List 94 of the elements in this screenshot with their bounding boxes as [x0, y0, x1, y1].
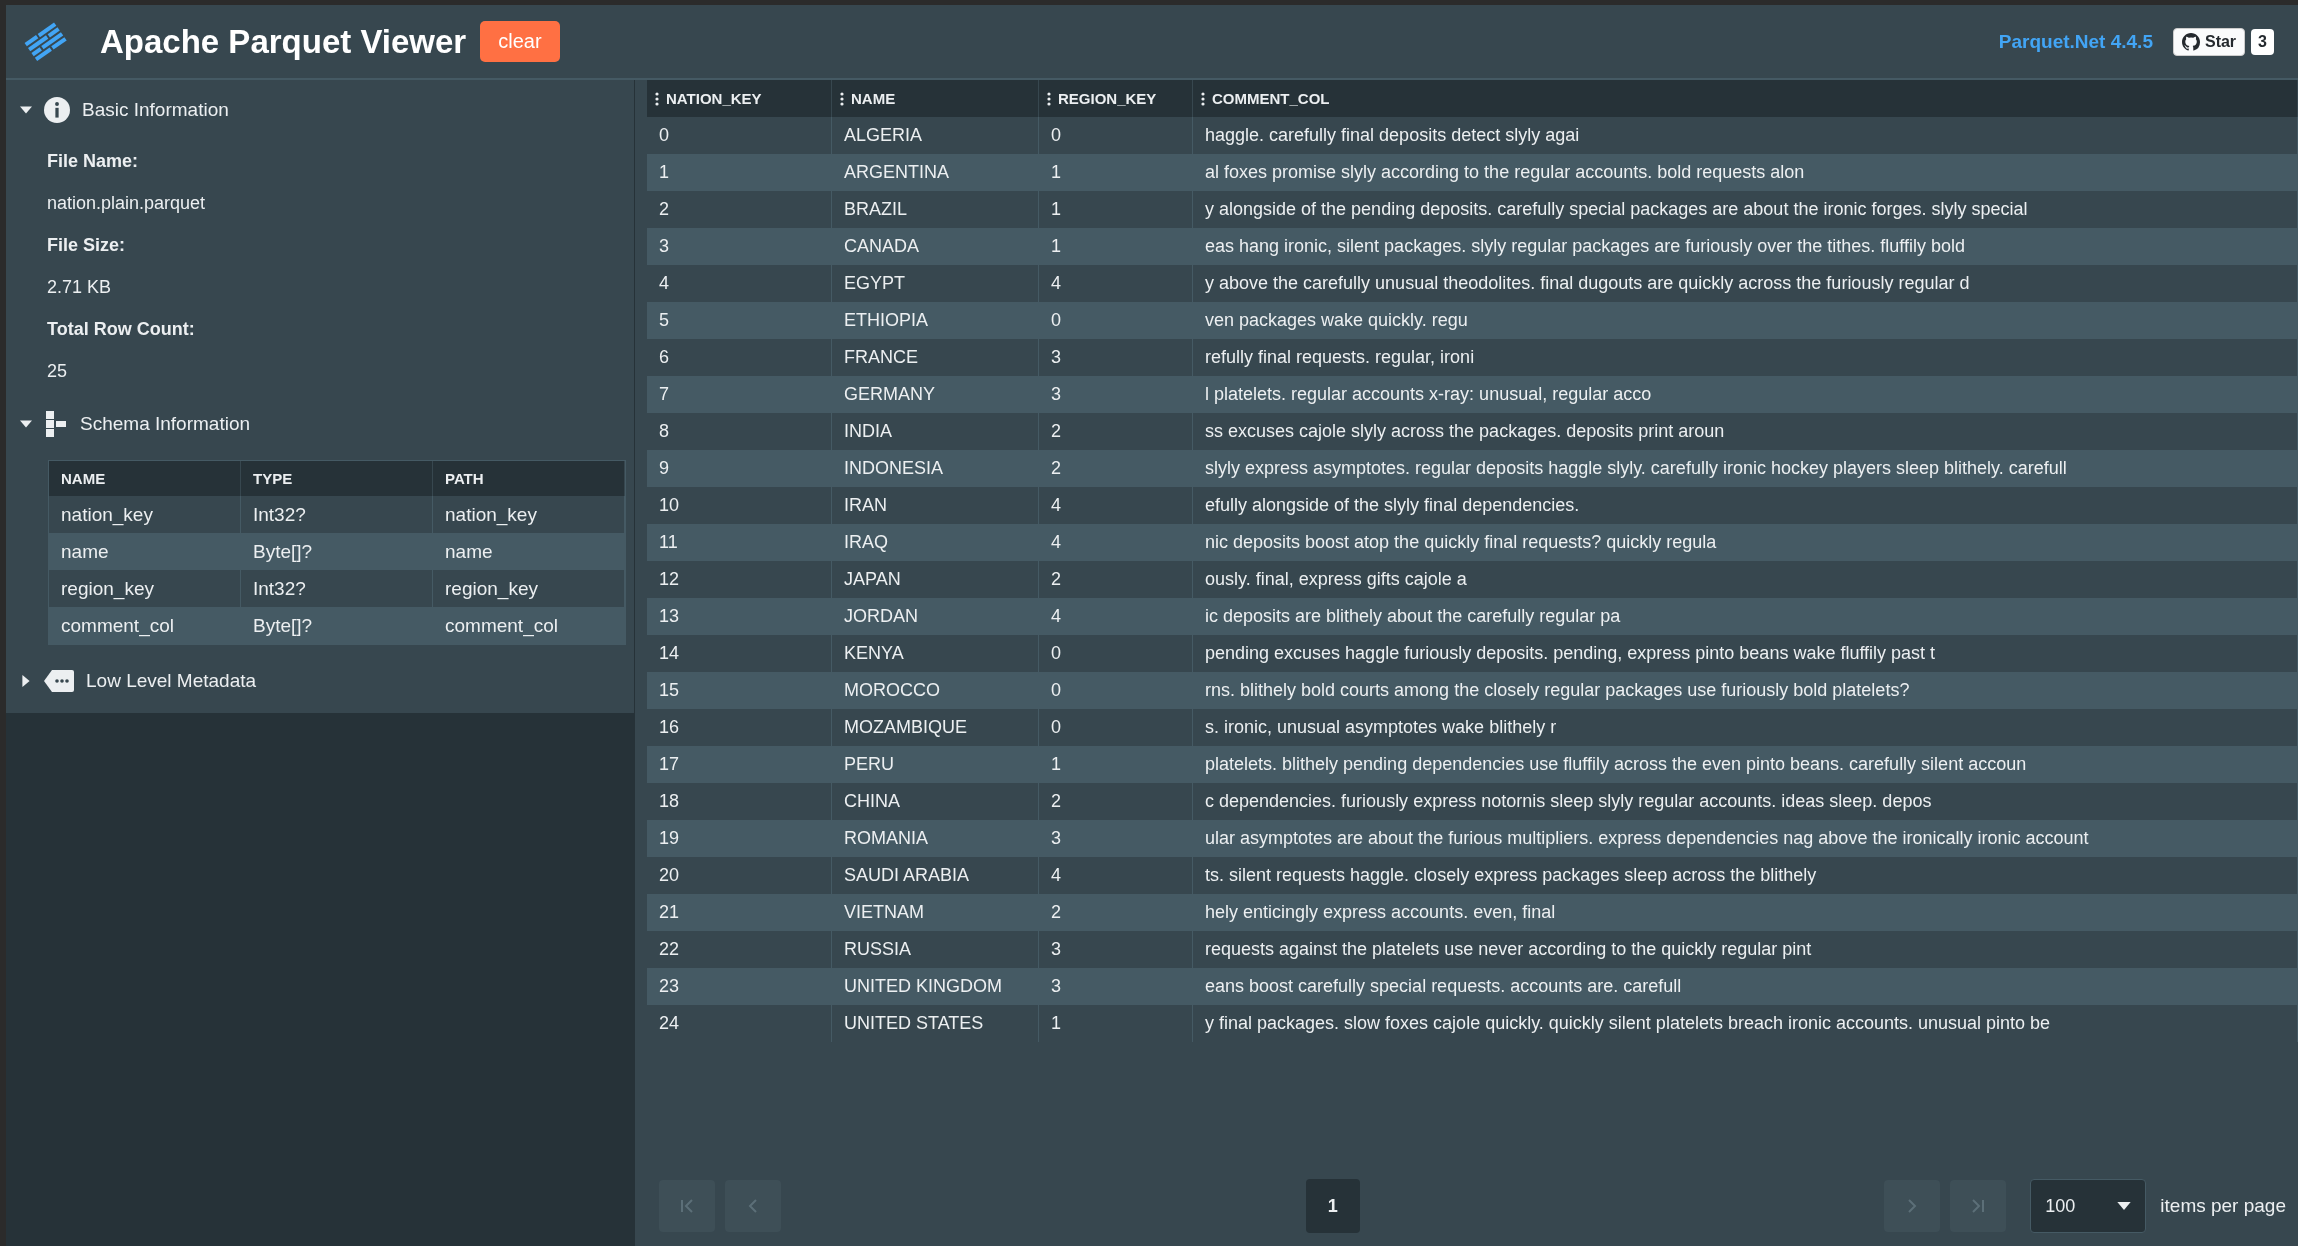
table-cell: UNITED KINGDOM — [832, 968, 1039, 1005]
table-cell: 1 — [1039, 154, 1193, 191]
column-header[interactable]: NATION_KEY — [647, 80, 832, 117]
field-label: File Name: — [47, 150, 140, 173]
table-cell: 7 — [647, 376, 832, 413]
table-cell: JORDAN — [832, 598, 1039, 635]
table-cell: 21 — [647, 894, 832, 931]
tag-icon — [44, 670, 74, 692]
section-header[interactable]: Basic Information — [6, 88, 634, 132]
table-cell: 3 — [1039, 376, 1193, 413]
caret-icon — [20, 104, 32, 116]
table-cell: 15 — [647, 672, 832, 709]
table-cell: hely enticingly express accounts. even, final — [1193, 894, 2298, 931]
column-menu-icon — [1047, 91, 1051, 106]
field-value: 25 — [47, 360, 69, 383]
page-size-select[interactable]: 100 — [2030, 1179, 2147, 1233]
table-cell: 11 — [647, 524, 832, 561]
table-cell: 19 — [647, 820, 832, 857]
app-title: Apache Parquet Viewer — [100, 22, 467, 61]
table-cell: VIETNAM — [832, 894, 1039, 931]
table-cell: platelets. blithely pending dependencies use fluffily across the even pinto beans. carefully silent accoun — [1193, 746, 2298, 783]
github-icon — [2181, 32, 2200, 51]
table-cell: 1 — [1039, 746, 1193, 783]
column-menu-icon — [1201, 91, 1205, 106]
table-cell: nic deposits boost atop the quickly final requests? quickly regula — [1193, 524, 2298, 561]
table-cell: 0 — [1039, 302, 1193, 339]
table-cell: Byte[]? — [241, 607, 433, 644]
field-label: Total Row Count: — [47, 318, 196, 341]
table-cell: al foxes promise slyly according to the regular accounts. bold requests alon — [1193, 154, 2298, 191]
table-cell: slyly express asymptotes. regular deposits haggle slyly. carefully ironic hockey players sleep blithely. carefull — [1193, 450, 2298, 487]
table-cell: 13 — [647, 598, 832, 635]
table-cell: ROMANIA — [832, 820, 1039, 857]
table-cell: 0 — [1039, 672, 1193, 709]
table-cell: 4 — [1039, 524, 1193, 561]
section-header[interactable]: Low Level Metadata — [6, 659, 634, 703]
table-cell: 3 — [1039, 820, 1193, 857]
table-cell: name — [433, 533, 625, 570]
table-cell: 17 — [647, 746, 832, 783]
page-size-label: items per page — [2160, 1195, 2286, 1217]
table-cell: l platelets. regular accounts x-ray: unusual, regular acco — [1193, 376, 2298, 413]
table-cell: Byte[]? — [241, 533, 433, 570]
caret-icon — [20, 675, 32, 687]
field-label: File Size: — [47, 234, 127, 257]
table-cell: MOROCCO — [832, 672, 1039, 709]
column-header[interactable]: NAME — [832, 80, 1039, 117]
caret-icon — [20, 418, 32, 430]
version-link[interactable]: Parquet.Net 4.4.5 — [1998, 30, 2153, 53]
table-cell: eans boost carefully special requests. accounts are. carefull — [1193, 968, 2298, 1005]
table-cell: ular asymptotes are about the furious multipliers. express dependencies nag above the ironically ironic account — [1193, 820, 2298, 857]
column-header[interactable]: COMMENT_COL — [1193, 80, 2298, 117]
table-cell: comment_col — [49, 607, 241, 644]
dropdown-caret-icon — [2117, 1202, 2132, 1210]
table-cell: ic deposits are blithely about the carefully regular pa — [1193, 598, 2298, 635]
table-cell: ETHIOPIA — [832, 302, 1039, 339]
table-cell: ven packages wake quickly. regu — [1193, 302, 2298, 339]
column-menu-icon — [655, 91, 659, 106]
column-header: TYPE — [241, 461, 433, 496]
table-cell: 9 — [647, 450, 832, 487]
column-header: PATH — [433, 461, 625, 496]
table-cell: 2 — [1039, 894, 1193, 931]
parquet-logo-icon — [24, 21, 70, 62]
table-cell: GERMANY — [832, 376, 1039, 413]
table-cell: CANADA — [832, 228, 1039, 265]
page-button[interactable]: 1 — [1305, 1179, 1360, 1233]
field-value: 2.71 KB — [47, 276, 113, 299]
splitter-handle[interactable] — [634, 80, 647, 1246]
chevron-left-icon — [746, 1199, 760, 1213]
table-cell: 23 — [647, 968, 832, 1005]
hierarchy-icon — [44, 411, 68, 437]
table-cell: comment_col — [433, 607, 625, 644]
table-cell: IRAQ — [832, 524, 1039, 561]
table-cell: 3 — [1039, 968, 1193, 1005]
first-page-icon — [680, 1199, 694, 1213]
last-page-icon — [1971, 1199, 1986, 1213]
table-cell: name — [49, 533, 241, 570]
table-cell: ARGENTINA — [832, 154, 1039, 191]
column-header[interactable]: REGION_KEY — [1039, 80, 1193, 117]
table-cell: eas hang ironic, silent packages. slyly regular packages are furiously over the tithes. fluffily bold — [1193, 228, 2298, 265]
section-header[interactable]: Schema Information — [6, 402, 634, 446]
table-cell: 4 — [1039, 598, 1193, 635]
table-cell: 1 — [647, 154, 832, 191]
table-cell: 2 — [1039, 450, 1193, 487]
table-cell: PERU — [832, 746, 1039, 783]
info-icon — [44, 97, 70, 123]
table-cell: 1 — [1039, 228, 1193, 265]
table-cell: 5 — [647, 302, 832, 339]
table-cell: rns. blithely bold courts among the closely regular packages use furiously bold platelets? — [1193, 672, 2298, 709]
column-header: NAME — [49, 461, 241, 496]
field-value: nation.plain.parquet — [47, 192, 207, 215]
github-star-button[interactable]: Star — [2172, 27, 2246, 56]
star-count: 3 — [2251, 28, 2274, 55]
table-cell: 3 — [647, 228, 832, 265]
column-menu-icon — [840, 91, 844, 106]
table-cell: INDONESIA — [832, 450, 1039, 487]
